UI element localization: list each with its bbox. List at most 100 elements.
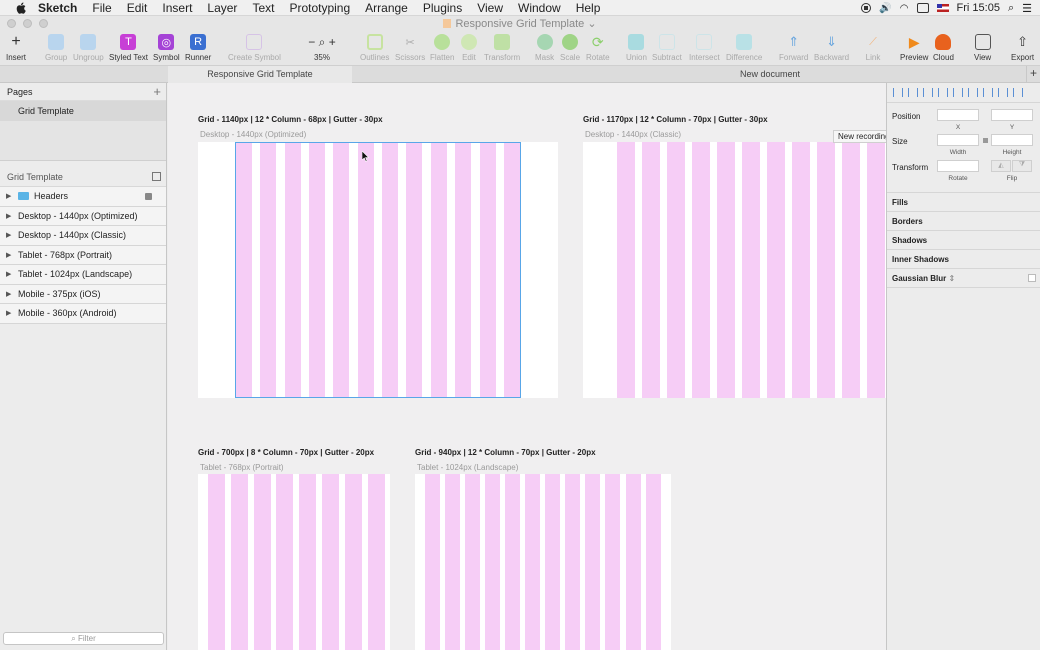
scissors-button[interactable]: ✂ Scissors: [395, 34, 425, 63]
spotlight-icon[interactable]: ⌕: [1008, 2, 1014, 15]
wifi-icon[interactable]: ◠: [900, 3, 909, 14]
height-field[interactable]: [991, 134, 1033, 146]
menu-list-icon[interactable]: ☰: [1022, 2, 1032, 15]
disclosure-triangle-icon[interactable]: ▶: [6, 226, 11, 245]
union-button[interactable]: Union: [626, 34, 647, 62]
fills-section[interactable]: Fills: [887, 193, 1040, 212]
flip-horizontal-button[interactable]: ◭: [991, 160, 1011, 172]
battery-icon[interactable]: [916, 3, 929, 13]
distribute-horizontal-icon[interactable]: [938, 88, 948, 97]
edit-button[interactable]: Edit: [461, 34, 477, 62]
align-left-icon[interactable]: [893, 88, 903, 97]
inner-shadows-section[interactable]: Inner Shadows: [887, 250, 1040, 269]
record-icon[interactable]: [861, 3, 872, 13]
disclosure-triangle-icon[interactable]: ▶: [6, 265, 11, 284]
zoom-control[interactable]: − ⌕ +35%: [300, 34, 344, 63]
align-right-icon[interactable]: [923, 88, 933, 97]
disclosure-triangle-icon[interactable]: ▶: [6, 187, 11, 206]
menu-window[interactable]: Window: [518, 0, 561, 16]
artboard-name[interactable]: Desktop - 1440px (Classic): [585, 130, 681, 139]
tab-responsive-grid-template[interactable]: Responsive Grid Template: [168, 66, 352, 83]
link-button[interactable]: ⟋ Link: [865, 34, 881, 63]
artboard-desktop-classic[interactable]: [583, 142, 886, 398]
layer-item-desktop-classic[interactable]: ▶ Desktop - 1440px (Classic): [0, 226, 166, 246]
outlines-button[interactable]: Outlines: [360, 34, 389, 62]
width-field[interactable]: [937, 134, 979, 146]
apple-icon[interactable]: [14, 1, 28, 15]
gaussian-blur-checkbox[interactable]: [1028, 274, 1036, 282]
disclosure-triangle-icon[interactable]: ▶: [6, 304, 11, 323]
disclosure-triangle-icon[interactable]: ▶: [6, 207, 11, 226]
page-item-grid-template[interactable]: Grid Template: [0, 101, 166, 121]
layer-item-tablet-portrait[interactable]: ▶ Tablet - 768px (Portrait): [0, 245, 166, 265]
flatten-button[interactable]: Flatten: [430, 34, 454, 62]
selection-outline[interactable]: [235, 142, 521, 398]
insert-button[interactable]: + Insert: [6, 33, 26, 62]
export-button[interactable]: ⇧ Export: [1011, 34, 1034, 62]
symbol-button[interactable]: ◎ Symbol: [153, 34, 180, 62]
new-tab-button[interactable]: +: [1026, 66, 1040, 83]
layer-item-headers[interactable]: ▶ Headers: [0, 187, 166, 207]
menu-help[interactable]: Help: [576, 0, 601, 16]
collapse-layers-icon[interactable]: [152, 172, 161, 181]
distribute-spacing-icon[interactable]: [1013, 88, 1023, 97]
create-symbol-button[interactable]: Create Symbol: [228, 34, 281, 62]
chevron-updown-icon[interactable]: ⇕: [948, 274, 955, 283]
y-field[interactable]: [991, 109, 1033, 121]
tab-new-document[interactable]: New document: [600, 66, 940, 83]
menu-view[interactable]: View: [477, 0, 503, 16]
artboard-tablet-portrait[interactable]: [198, 474, 390, 650]
flip-vertical-button[interactable]: ⧩: [1012, 160, 1032, 172]
gaussian-blur-section[interactable]: Gaussian Blur ⇕: [887, 269, 1040, 288]
ungroup-button[interactable]: Ungroup: [73, 34, 104, 62]
layer-item-tablet-landscape[interactable]: ▶ Tablet - 1024px (Landscape): [0, 265, 166, 285]
cloud-button[interactable]: Cloud: [933, 34, 954, 62]
mask-button[interactable]: Mask: [535, 34, 554, 62]
menu-arrange[interactable]: Arrange: [365, 0, 408, 16]
scale-button[interactable]: Scale: [560, 34, 580, 62]
menu-edit[interactable]: Edit: [127, 0, 148, 16]
artboard-name[interactable]: Tablet - 768px (Portrait): [200, 463, 284, 472]
disclosure-triangle-icon[interactable]: ▶: [6, 285, 11, 304]
borders-section[interactable]: Borders: [887, 212, 1040, 231]
group-button[interactable]: Group: [45, 34, 67, 62]
constrain-proportions-lock-icon[interactable]: [983, 138, 988, 143]
clock[interactable]: Fri 15:05: [957, 2, 1000, 14]
rotate-field[interactable]: [937, 160, 979, 172]
align-bottom-icon[interactable]: [998, 88, 1008, 97]
menu-text[interactable]: Text: [252, 0, 274, 16]
artboard-tablet-landscape[interactable]: [415, 474, 671, 650]
view-button[interactable]: View: [974, 34, 991, 62]
menu-insert[interactable]: Insert: [162, 0, 192, 16]
menu-file[interactable]: File: [92, 0, 111, 16]
intersect-button[interactable]: Intersect: [689, 34, 720, 62]
volume-icon[interactable]: 🔊: [879, 3, 891, 14]
runner-button[interactable]: R Runner: [185, 34, 211, 62]
menu-prototyping[interactable]: Prototyping: [289, 0, 350, 16]
forward-button[interactable]: ⇑ Forward: [779, 34, 808, 62]
layer-item-mobile-ios[interactable]: ▶ Mobile - 375px (iOS): [0, 284, 166, 304]
backward-button[interactable]: ⇓ Backward: [814, 34, 849, 62]
rotate-button[interactable]: ⟳ Rotate: [586, 34, 610, 63]
align-top-icon[interactable]: [968, 88, 978, 97]
x-field[interactable]: [937, 109, 979, 121]
disclosure-triangle-icon[interactable]: ▶: [6, 246, 11, 265]
shadows-section[interactable]: Shadows: [887, 231, 1040, 250]
lock-icon[interactable]: [145, 193, 152, 200]
transform-button[interactable]: Transform: [484, 34, 520, 62]
add-page-icon[interactable]: +: [153, 83, 161, 100]
menu-app[interactable]: Sketch: [38, 0, 77, 16]
align-center-icon[interactable]: [908, 88, 918, 97]
styled-text-button[interactable]: T Styled Text: [109, 34, 148, 62]
align-middle-icon[interactable]: [983, 88, 993, 97]
layer-item-mobile-android[interactable]: ▶ Mobile - 360px (Android): [0, 304, 166, 324]
menu-layer[interactable]: Layer: [207, 0, 237, 16]
menu-plugins[interactable]: Plugins: [423, 0, 462, 16]
preview-button[interactable]: ▶ Preview: [900, 34, 928, 63]
difference-button[interactable]: Difference: [726, 34, 762, 62]
subtract-button[interactable]: Subtract: [652, 34, 682, 62]
flag-icon[interactable]: [936, 4, 949, 12]
canvas[interactable]: Grid - 1140px | 12 * Column - 68px | Gut…: [168, 83, 886, 650]
artboard-name[interactable]: Desktop - 1440px (Optimized): [200, 130, 306, 139]
distribute-vertical-icon[interactable]: [953, 88, 963, 97]
